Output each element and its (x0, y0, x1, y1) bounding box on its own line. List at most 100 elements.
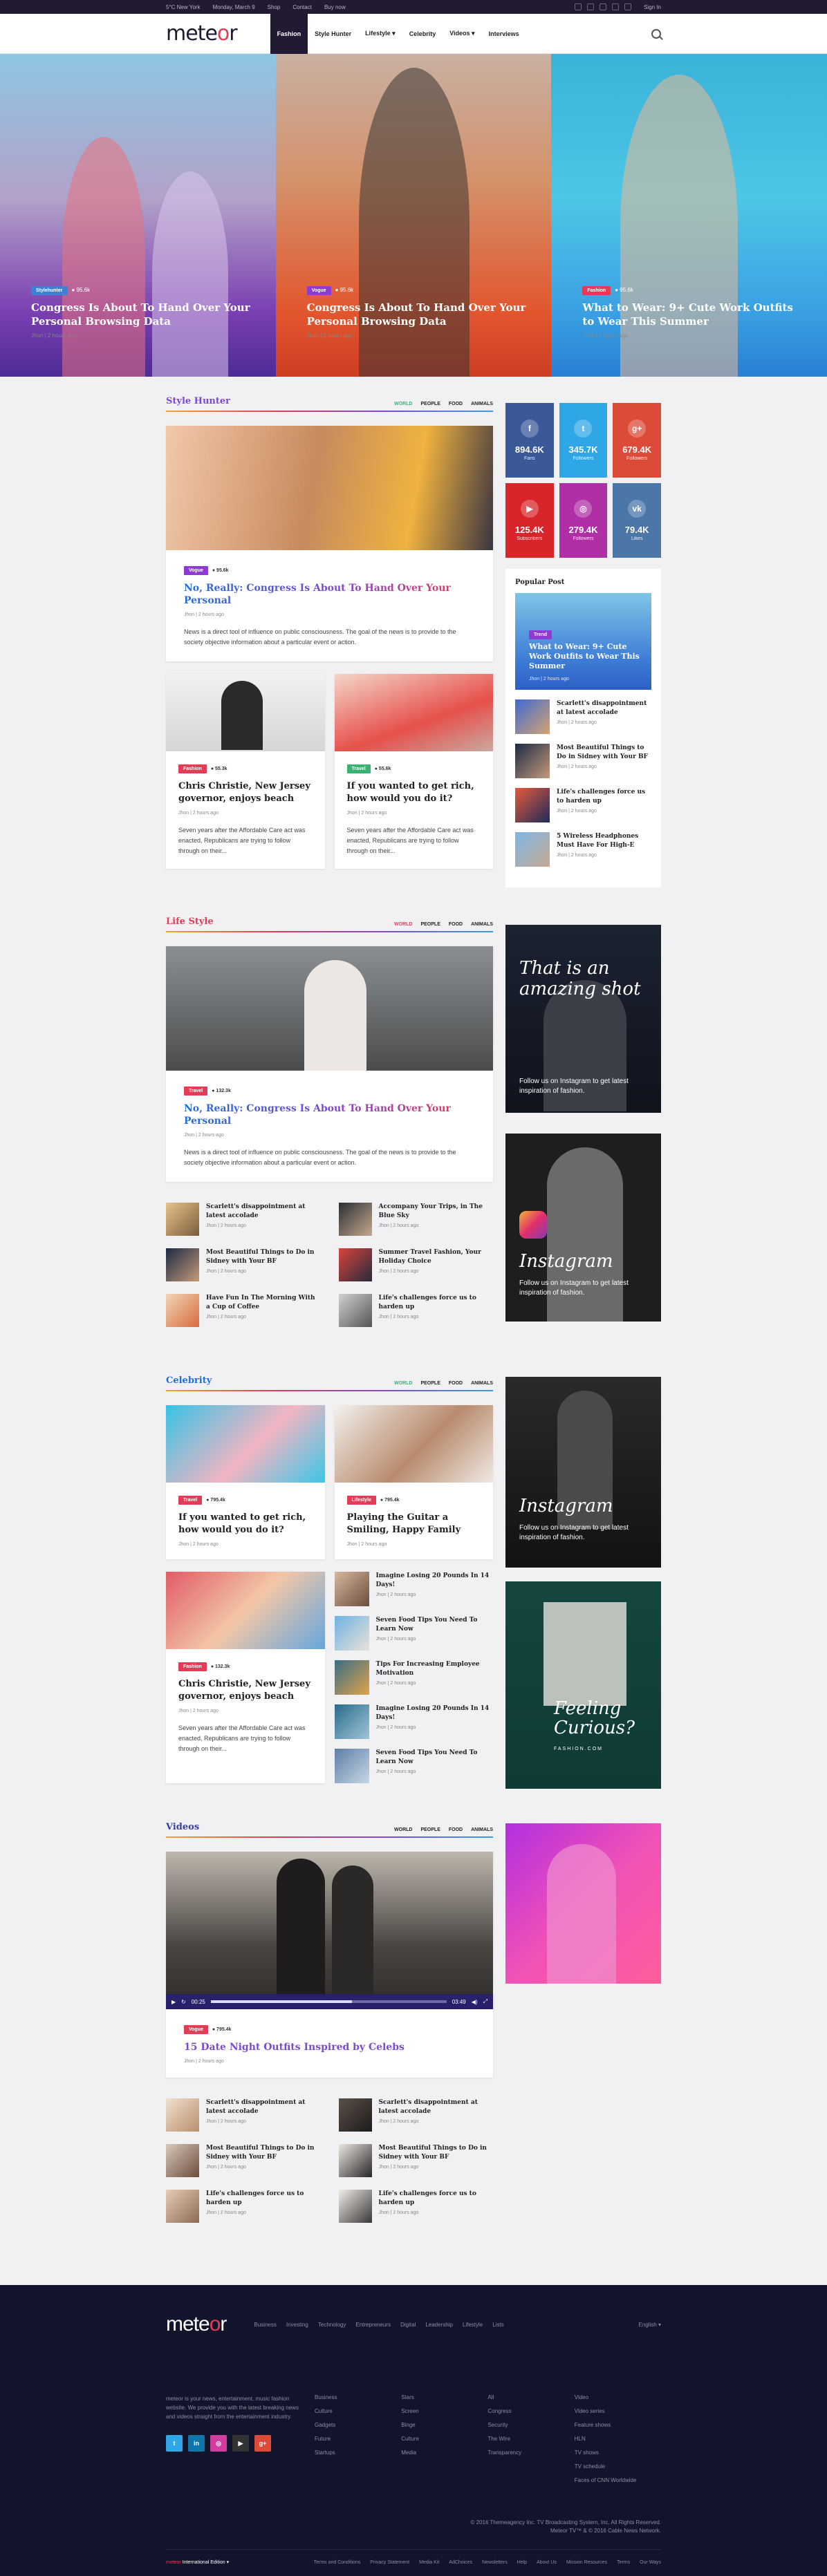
vk-counter[interactable]: vk 79.4K Likes (613, 483, 661, 558)
footer-link[interactable]: The Wire (488, 2436, 575, 2443)
list-item[interactable]: Most Beautiful Things to Do in Sidney wi… (338, 2144, 494, 2177)
language-selector[interactable]: English ▾ (639, 2322, 661, 2328)
nav-videos[interactable]: Videos ▾ (443, 14, 481, 54)
list-item[interactable]: Life's challenges force us to harden up J… (338, 2190, 494, 2223)
video-article[interactable]: ▶ ↻ 00:25 03:49 ◀) ⤢ Vogue ● 795.4k 15 Da… (166, 1852, 493, 2078)
footer-link[interactable]: TV shows (575, 2450, 661, 2456)
footer-link[interactable]: Media (401, 2450, 487, 2456)
linkedin-icon[interactable]: in (188, 2435, 205, 2452)
list-item[interactable]: Life's challenges force us to harden up J… (166, 2190, 321, 2223)
category-badge[interactable]: Fashion (178, 1662, 207, 1671)
article-thumbnail[interactable] (338, 2144, 372, 2177)
article-title[interactable]: 15 Date Night Outfits Inspired by Celebs (184, 2041, 475, 2053)
list-item[interactable]: Life's challenges force us to harden up J… (515, 788, 651, 822)
facebook-icon[interactable] (575, 3, 582, 10)
footer-nav-item[interactable]: Technology (318, 2322, 346, 2328)
article-title[interactable]: Summer Travel Fashion, Your Holiday Choi… (379, 1248, 494, 1266)
sign-in-link[interactable]: Sign In (644, 4, 661, 10)
article-thumbnail[interactable] (166, 1203, 199, 1236)
tab-world[interactable]: WORLD (394, 1827, 412, 1832)
fullscreen-icon[interactable]: ⤢ (483, 1998, 487, 2005)
list-item[interactable]: Imagine Losing 20 Pounds In 14 Days! Jhon… (334, 1572, 494, 1606)
edition-selector[interactable]: meteor International Edition ▾ (166, 2559, 229, 2565)
footer-bottom-link[interactable]: About Us (537, 2560, 557, 2565)
nav-interviews[interactable]: Interviews (482, 14, 526, 54)
article-title[interactable]: Most Beautiful Things to Do in Sidney wi… (206, 2144, 321, 2162)
list-item[interactable]: Have Fun In The Morning With a Cup of Co… (166, 1294, 321, 1327)
footer-link[interactable]: Gadgets (315, 2422, 401, 2429)
article-thumbnail[interactable] (515, 832, 550, 867)
list-item[interactable]: Most Beautiful Things to Do in Sidney wi… (166, 1248, 321, 1281)
article-title[interactable]: Seven Food Tips You Need To Learn Now (376, 1616, 494, 1634)
fashion-ad[interactable]: Feeling Curious? FASHION.COM (505, 1581, 661, 1789)
list-item[interactable]: Scarlett's disappointment at latest acco… (515, 699, 651, 734)
footer-bottom-link[interactable]: Newsletters (482, 2560, 508, 2565)
list-item[interactable]: Imagine Losing 20 Pounds In 14 Days! Jhon… (334, 1704, 494, 1739)
footer-link[interactable]: Faces of CNN Worldwide (575, 2477, 661, 2484)
tab-people[interactable]: PEOPLE (420, 1381, 440, 1386)
play-icon[interactable]: ▶ (171, 1999, 176, 2005)
tab-animals[interactable]: ANIMALS (471, 922, 493, 927)
instagram-promo[interactable]: That is an amazing shot Follow us on Ins… (505, 925, 661, 1113)
article-title[interactable]: Chris Christie, New Jersey governor, enj… (178, 780, 313, 805)
article-title[interactable]: Scarlett's disappointment at latest acco… (206, 1203, 321, 1221)
article-title[interactable]: Most Beautiful Things to Do in Sidney wi… (206, 1248, 321, 1266)
footer-link[interactable]: HLN (575, 2436, 661, 2443)
google-plus-icon[interactable] (600, 3, 607, 10)
list-item[interactable]: Accompany Your Trips, in The Blue Sky Jho… (338, 1203, 494, 1236)
category-badge[interactable]: Vogue (184, 2025, 208, 2034)
feature-article[interactable]: Travel ● 132.3k No, Really: Congress Is A… (166, 946, 493, 1182)
category-badge[interactable]: Lifestyle (346, 1496, 376, 1505)
hero-title[interactable]: What to Wear: 9+ Cute Work Outfits to We… (582, 301, 806, 328)
google-plus-icon[interactable]: g+ (254, 2435, 271, 2452)
article-title[interactable]: Tips For Increasing Employee Motivation (376, 1660, 494, 1678)
footer-nav-item[interactable]: Lifestyle (463, 2322, 483, 2328)
footer-link[interactable]: TV schedule (575, 2463, 661, 2470)
category-badge[interactable]: Vogue (306, 286, 331, 295)
instagram-icon[interactable]: ◎ (210, 2435, 227, 2452)
article-title[interactable]: Most Beautiful Things to Do in Sidney wi… (379, 2144, 494, 2162)
tab-food[interactable]: FOOD (449, 1827, 463, 1832)
article-title[interactable]: Life's challenges force us to harden up (379, 1294, 494, 1312)
category-badge[interactable]: Vogue (184, 566, 208, 575)
instagram-counter[interactable]: ◎ 279.4K Followers (559, 483, 608, 558)
tab-world[interactable]: WORLD (394, 402, 412, 406)
article-thumbnail[interactable] (166, 2144, 199, 2177)
article-thumbnail[interactable] (334, 1704, 369, 1739)
article-thumbnail[interactable] (334, 1616, 369, 1651)
article-title[interactable]: No, Really: Congress Is About To Hand Ov… (184, 1102, 475, 1127)
shop-link[interactable]: Shop (268, 4, 281, 10)
article-thumbnail[interactable] (338, 2098, 372, 2132)
article-title[interactable]: Life's challenges force us to harden up (379, 2190, 494, 2208)
article-title[interactable]: Scarlett's disappointment at latest acco… (557, 699, 651, 717)
feature-article[interactable]: Vogue ● 95.6k No, Really: Congress Is Abo… (166, 426, 493, 661)
footer-bottom-link[interactable]: AdChoices (449, 2560, 472, 2565)
tab-world[interactable]: WORLD (394, 1381, 412, 1386)
category-badge[interactable]: Trend (529, 630, 552, 639)
footer-bottom-link[interactable]: Terms and Conditions (314, 2560, 361, 2565)
tab-animals[interactable]: ANIMALS (471, 1827, 493, 1832)
article-card[interactable]: Lifestyle ● 795.4k Playing the Guitar a S… (334, 1405, 493, 1559)
article-title[interactable]: Imagine Losing 20 Pounds In 14 Days! (376, 1572, 494, 1590)
article-thumbnail[interactable] (166, 1294, 199, 1327)
article-image[interactable] (166, 1572, 325, 1649)
article-thumbnail[interactable] (515, 744, 550, 778)
footer-link[interactable]: Culture (401, 2436, 487, 2443)
article-title[interactable]: If you wanted to get rich, how would you… (178, 1512, 313, 1536)
category-badge[interactable]: Fashion (178, 764, 207, 773)
article-thumbnail[interactable] (338, 1248, 372, 1281)
footer-link[interactable]: Stars (401, 2394, 487, 2401)
youtube-counter[interactable]: ▶ 125.4K Subscribers (505, 483, 554, 558)
volume-icon[interactable]: ◀) (472, 1999, 478, 2005)
contact-link[interactable]: Contact (292, 4, 312, 10)
footer-link[interactable]: Feature shows (575, 2422, 661, 2429)
hero-slide[interactable]: Fashion ● 95.6k What to Wear: 9+ Cute Wor… (551, 54, 827, 377)
article-title[interactable]: Playing the Guitar a Smiling, Happy Fami… (347, 1512, 481, 1536)
list-item[interactable]: Scarlett's disappointment at latest acco… (166, 2098, 321, 2132)
footer-link[interactable]: Culture (315, 2408, 401, 2415)
article-image[interactable] (166, 1405, 325, 1483)
category-badge[interactable]: Fashion (582, 286, 611, 295)
article-thumbnail[interactable] (334, 1572, 369, 1606)
article-thumbnail[interactable] (338, 1294, 372, 1327)
list-item[interactable]: Life's challenges force us to harden up J… (338, 1294, 494, 1327)
